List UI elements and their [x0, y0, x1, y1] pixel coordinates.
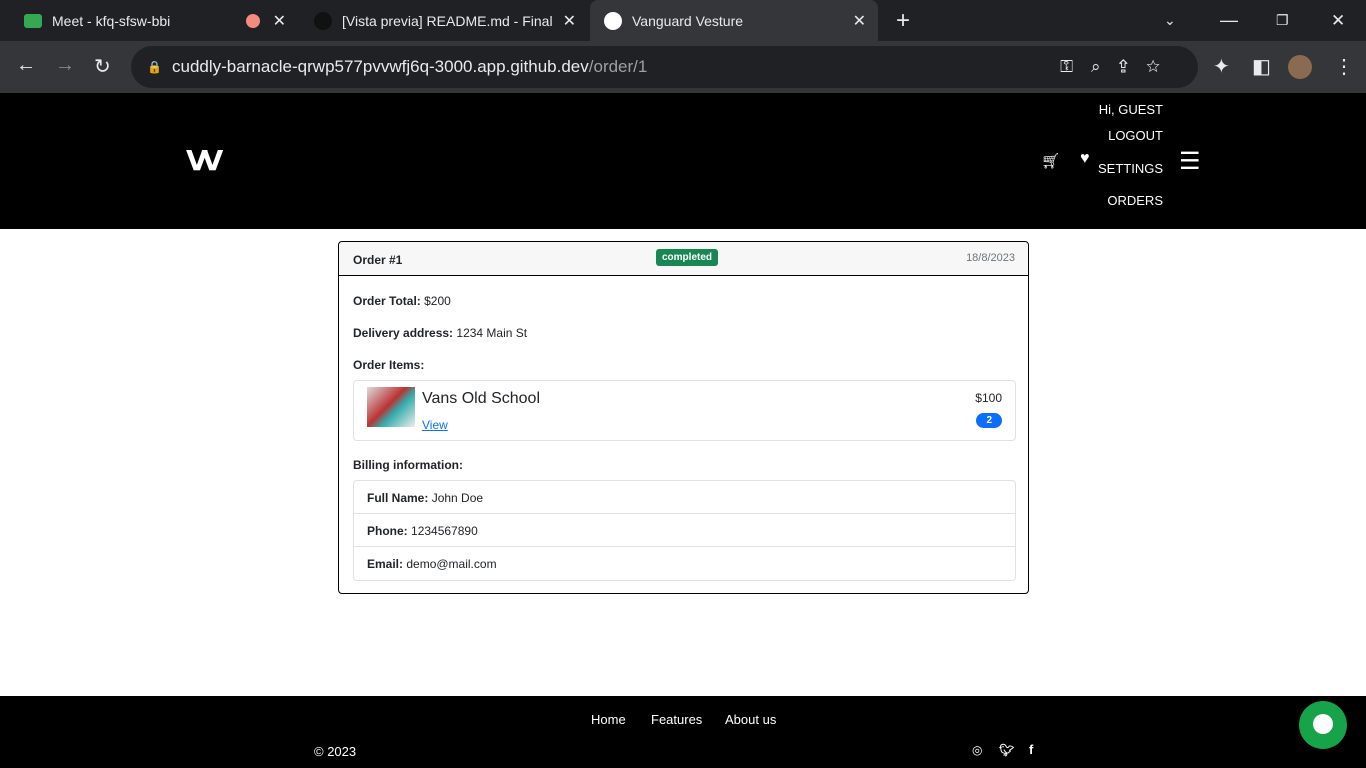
order-total: $200	[424, 294, 451, 308]
tab-meet[interactable]: Meet - kfq-sfsw-bbi ✕	[0, 0, 298, 41]
footer-link-home[interactable]: Home	[591, 712, 626, 727]
footer-link-features[interactable]: Features	[651, 712, 702, 727]
tab-title: Meet - kfq-sfsw-bbi	[52, 12, 171, 29]
tab-title: [Vista previa] README.md - Final	[342, 12, 553, 29]
tab-search-icon[interactable]: ⌄	[1164, 0, 1176, 41]
billing-name: Full Name: John Doe	[354, 481, 1015, 514]
billing-email: Email: demo@mail.com	[354, 547, 1015, 580]
quantity-badge: 2	[976, 413, 1002, 428]
field-label: Phone:	[367, 524, 408, 538]
delivery-address: 1234 Main St	[456, 326, 528, 340]
minimize-icon[interactable]: —	[1220, 0, 1238, 41]
twitter-icon[interactable]: 🐦︎	[999, 743, 1014, 757]
lock-icon: 🔒	[147, 60, 162, 74]
profile-avatar[interactable]	[1288, 55, 1312, 79]
new-tab-icon[interactable]: +	[896, 0, 910, 41]
browser-tab-bar: Meet - kfq-sfsw-bbi ✕ [Vista previa] REA…	[0, 0, 1366, 41]
github-icon	[314, 11, 332, 30]
omnibox-actions-icons[interactable]: ⚿⌕⇪☆	[1060, 57, 1178, 77]
field-value: demo@mail.com	[406, 557, 497, 571]
side-panel-icon[interactable]: ◧	[1252, 54, 1271, 79]
heart-icon[interactable]: ♥	[1080, 150, 1090, 168]
field-value: John Doe	[431, 491, 484, 505]
url-input[interactable]: 🔒 cuddly-barnacle-qrwp577pvvwfj6q-3000.a…	[131, 46, 1198, 88]
order-item: Vans Old School View $100 2	[353, 380, 1016, 441]
hamburger-icon[interactable]: ☰	[1179, 150, 1201, 174]
extensions-icon[interactable]: ✦	[1213, 54, 1230, 79]
billing-list: Full Name: John Doe Phone: 1234567890 Em…	[353, 480, 1016, 581]
close-icon[interactable]: ✕	[853, 11, 866, 31]
url-path: /order/1	[588, 57, 648, 76]
billing-phone: Phone: 1234567890	[354, 514, 1015, 547]
settings-link[interactable]: SETTINGS	[1098, 161, 1163, 176]
window-close-icon[interactable]: ✕	[1331, 0, 1345, 41]
billing-label: Billing information:	[353, 458, 463, 472]
close-icon[interactable]: ✕	[563, 11, 576, 31]
product-name: Vans Old School	[422, 390, 540, 407]
restore-icon[interactable]: ❐	[1276, 0, 1289, 41]
address-label: Delivery address:	[353, 326, 454, 340]
order-date: 18/8/2023	[966, 252, 1015, 264]
copyright: © 2023	[314, 744, 357, 759]
chat-button[interactable]	[1299, 701, 1347, 749]
menu-icon[interactable]: ⋮	[1334, 54, 1354, 79]
back-icon[interactable]: ←	[16, 54, 36, 77]
close-icon[interactable]: ✕	[273, 11, 286, 31]
meet-icon	[24, 13, 42, 28]
total-label: Order Total:	[353, 294, 421, 308]
site-footer: Home Features About us © 2023 ◎ 🐦︎ f	[0, 696, 1366, 768]
reload-icon[interactable]: ↻	[94, 54, 111, 79]
site-favicon	[604, 11, 622, 30]
chat-icon	[1313, 714, 1333, 734]
address-bar: ← → ↻ 🔒 cuddly-barnacle-qrwp577pvvwfj6q-…	[0, 41, 1366, 93]
items-label: Order Items:	[353, 358, 425, 372]
field-label: Email:	[367, 557, 404, 571]
orders-link[interactable]: ORDERS	[1107, 193, 1163, 208]
instagram-icon[interactable]: ◎	[972, 743, 982, 757]
product-price: $100	[975, 391, 1002, 405]
field-value: 1234567890	[411, 524, 478, 538]
tab-readme[interactable]: [Vista previa] README.md - Final ✕	[300, 0, 588, 41]
greeting: Hi, GUEST	[1098, 102, 1163, 117]
order-title: Order #1	[353, 253, 403, 267]
recording-icon	[246, 13, 260, 28]
order-card: Order #1 completed 18/8/2023 Order Total…	[338, 241, 1029, 594]
site-logo[interactable]: VV	[186, 144, 223, 177]
status-badge: completed	[656, 249, 719, 266]
tab-title: Vanguard Vesture	[632, 12, 744, 29]
url-host: cuddly-barnacle-qrwp577pvvwfj6q-3000.app…	[172, 57, 589, 76]
product-image	[367, 387, 415, 427]
view-product-link[interactable]: View	[422, 418, 448, 432]
facebook-icon[interactable]: f	[1029, 742, 1033, 757]
tab-vanguard[interactable]: Vanguard Vesture ✕	[590, 0, 878, 41]
order-header: Order #1 completed 18/8/2023	[339, 242, 1028, 276]
footer-link-about[interactable]: About us	[725, 712, 776, 727]
cart-icon[interactable]: 🛒︎	[1041, 152, 1060, 170]
forward-icon[interactable]: →	[55, 54, 75, 77]
field-label: Full Name:	[367, 491, 429, 505]
logout-link[interactable]: LOGOUT	[1108, 128, 1163, 143]
